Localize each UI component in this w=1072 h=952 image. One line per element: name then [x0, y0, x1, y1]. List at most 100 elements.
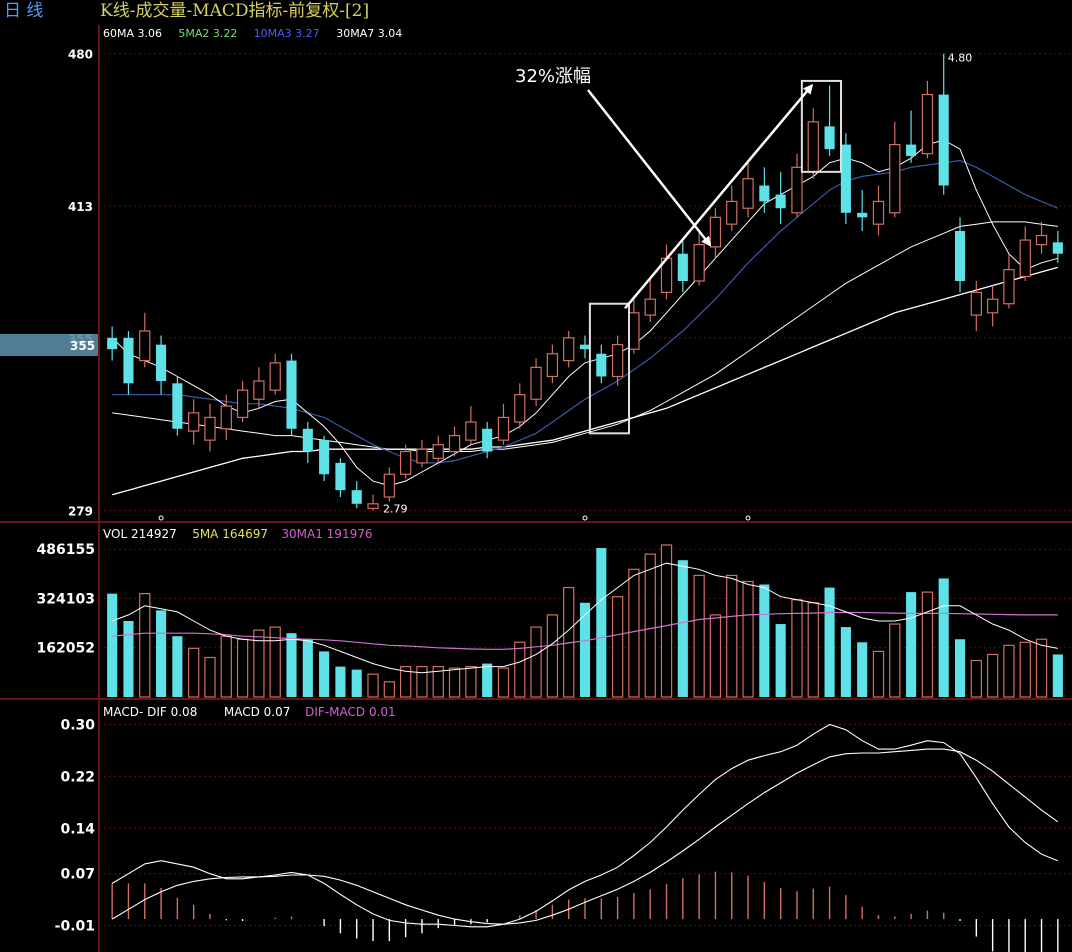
candle-body-up: [514, 394, 526, 423]
volume-bar-down: [596, 548, 607, 697]
low-label: 2.79: [383, 503, 408, 516]
candle-body-down: [123, 337, 134, 384]
volume-bar-up: [204, 656, 216, 698]
volume-bar-up: [693, 574, 705, 698]
candle-body-down: [906, 144, 917, 156]
price-marker-label: 355: [70, 339, 95, 353]
volume-bar-up: [546, 614, 559, 698]
macd-tick-label: 0.14: [60, 821, 95, 837]
candle-body-up: [693, 244, 705, 282]
volume-bar-down: [840, 627, 851, 697]
volume-bar-up: [628, 568, 640, 698]
candle-body-down: [319, 440, 330, 475]
volume-bar-down: [775, 624, 786, 697]
volume-legend-item: 5MA 164697: [192, 527, 268, 541]
candle-body-up: [497, 416, 510, 441]
price-legend-item: 10MA3 3.27: [254, 27, 320, 40]
volume-bar-down: [335, 666, 346, 697]
macd-legend-item: DIF-MACD 0.01: [305, 705, 396, 719]
price-tick-label: 279: [68, 505, 93, 519]
candle-body-up: [921, 93, 934, 155]
volume-bar-down: [954, 639, 966, 697]
volume-bar-down: [938, 578, 949, 697]
candle-body-down: [156, 344, 167, 382]
candle-body-up: [644, 298, 656, 316]
volume-bar-up: [726, 574, 738, 698]
volume-bar-up: [1003, 644, 1015, 698]
candle-body-up: [432, 444, 444, 459]
volume-bar-up: [791, 599, 803, 698]
candle-body-up: [807, 121, 819, 173]
candle-body-down: [677, 253, 688, 281]
candle-body-down: [596, 353, 607, 377]
volume-bar-up: [236, 638, 249, 698]
volume-bar-down: [482, 663, 493, 697]
candle-body-up: [889, 143, 901, 214]
macd-legend-item: MACD 0.07: [224, 705, 291, 719]
candle-body-down: [286, 360, 297, 429]
candle-body-up: [563, 337, 575, 362]
volume-bar-down: [677, 560, 688, 697]
candle-body-up: [726, 200, 738, 225]
volume-legend-item: 30MA1 191976: [281, 527, 372, 541]
volume-legend-item: VOL 214927: [103, 527, 177, 541]
candle-body-down: [579, 344, 591, 350]
volume-bar-up: [497, 667, 510, 698]
volume-bar-up: [465, 665, 477, 698]
volume-bar-up: [709, 614, 722, 698]
volume-bar-up: [970, 659, 982, 698]
volume-bar-down: [351, 669, 362, 697]
candle-body-up: [204, 416, 216, 441]
volume-bar-up: [139, 593, 151, 698]
volume-bar-down: [302, 639, 313, 697]
volume-bar-down: [123, 621, 134, 697]
candle-body-up: [530, 366, 542, 400]
macd-tick-label: 0.22: [60, 769, 95, 785]
macd-panel: [111, 723, 1059, 952]
candle-body-up: [188, 412, 200, 432]
candle-body-up: [269, 362, 281, 391]
volume-tick-label: 162052: [37, 641, 95, 657]
candle-body-up: [253, 380, 265, 400]
candle-body-up: [986, 298, 999, 314]
annotation-text: 32%涨幅: [515, 66, 591, 87]
candle-body-up: [742, 178, 754, 209]
volume-panel: [107, 544, 1063, 698]
volume-bar-down: [156, 610, 167, 697]
candle-body-up: [791, 166, 803, 214]
price-legend-item: 5MA2 3.22: [178, 27, 237, 40]
candle-body-up: [709, 216, 722, 248]
candle-body-up: [448, 435, 461, 453]
candle-body-down: [335, 462, 346, 491]
volume-bar-up: [872, 650, 885, 698]
candle-body-down: [759, 185, 770, 202]
volume-bar-up: [220, 635, 232, 698]
candle-body-up: [383, 473, 395, 498]
volume-bar-down: [857, 642, 868, 697]
event-marker: [582, 515, 588, 521]
stock-chart: 480 413 355 279 486155 324103 162052 0.30 0.22 0.…: [0, 1, 1072, 952]
candle-body-up: [465, 421, 477, 441]
volume-bar-down: [172, 636, 183, 697]
volume-bar-up: [644, 553, 656, 698]
candle-body-down: [482, 428, 493, 452]
period-label: 日 线: [4, 1, 43, 21]
price-tick-label: 480: [68, 48, 93, 62]
volume-bar-up: [1019, 641, 1031, 698]
candle-body-up: [1035, 234, 1048, 246]
event-marker: [745, 515, 751, 521]
volume-bar-down: [759, 584, 770, 697]
volume-bar-up: [530, 626, 542, 698]
candle-body-up: [236, 389, 249, 419]
candle-body-down: [840, 144, 851, 213]
price-panel: [107, 53, 1063, 521]
macd-tick-label: -0.01: [55, 919, 95, 935]
candle-body-down: [775, 194, 786, 209]
candle-body-up: [872, 200, 885, 225]
volume-tick-label: 324103: [37, 591, 95, 607]
candle-body-up: [1003, 269, 1015, 305]
volume-bar-down: [906, 592, 917, 697]
candle-body-down: [351, 490, 362, 504]
candle-body-up: [611, 344, 624, 378]
candle-body-down: [302, 428, 313, 452]
